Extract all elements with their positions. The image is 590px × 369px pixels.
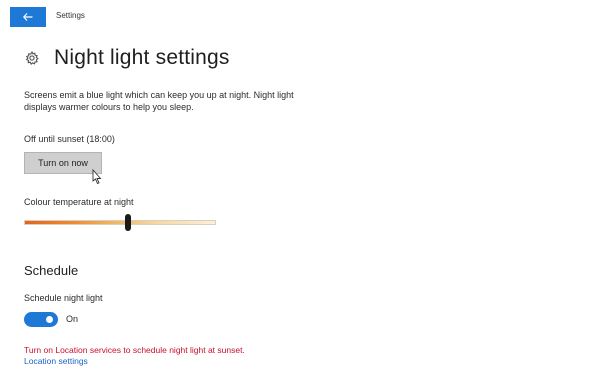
toggle-knob [46, 316, 53, 323]
arrow-left-icon [23, 13, 33, 21]
description-text: Screens emit a blue light which can keep… [24, 90, 294, 112]
schedule-night-light-label: Schedule night light [24, 293, 103, 303]
window-title: Settings [56, 11, 85, 20]
page-header: Night light settings [24, 40, 544, 76]
night-light-content: Night light settings Screens emit a blue… [24, 40, 544, 366]
page-title: Night light settings [54, 46, 230, 69]
settings-window: Settings Night light settings Screens em… [0, 0, 590, 369]
title-bar: Settings [0, 0, 590, 30]
slider-thumb[interactable] [124, 214, 131, 231]
schedule-toggle[interactable] [24, 312, 58, 327]
colour-temperature-slider[interactable] [24, 220, 216, 225]
schedule-heading: Schedule [24, 263, 79, 278]
back-button[interactable] [10, 7, 46, 27]
gear-icon [24, 50, 40, 66]
mouse-cursor-icon [91, 168, 103, 185]
location-warning-text: Turn on Location services to schedule ni… [24, 345, 245, 355]
location-settings-link[interactable]: Location settings [24, 356, 88, 366]
status-text: Off until sunset (18:00) [24, 134, 115, 144]
toggle-state-label: On [66, 314, 79, 324]
colour-temperature-label: Colour temperature at night [24, 197, 134, 207]
